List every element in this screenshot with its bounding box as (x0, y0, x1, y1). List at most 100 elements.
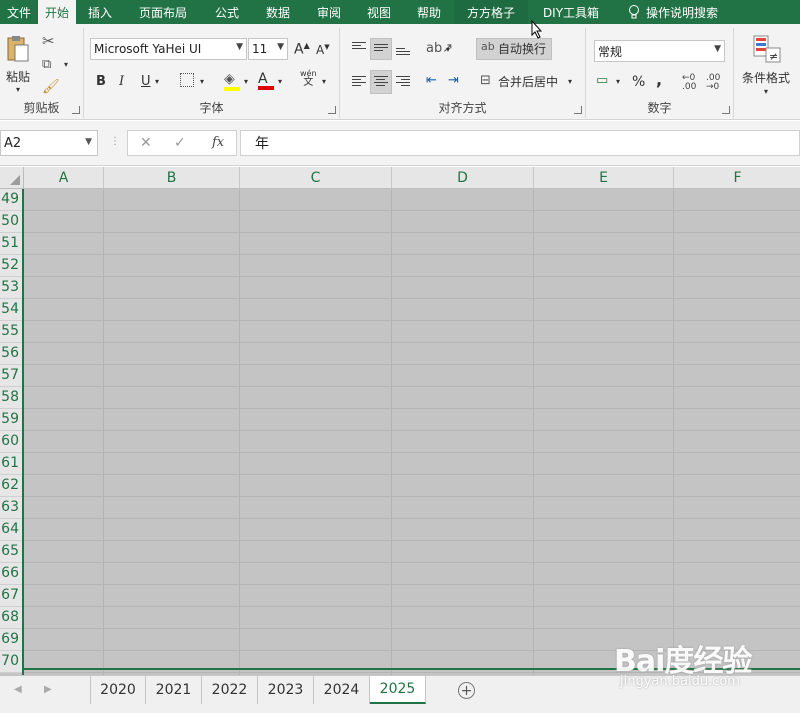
decrease-font-icon[interactable]: A▼ (316, 44, 330, 57)
sheet-tab-2024[interactable]: 2024 (314, 676, 370, 704)
row-header[interactable]: 60 (0, 431, 24, 453)
menu-tab[interactable]: 方方格子 (454, 0, 528, 24)
conditional-format-dropdown-icon[interactable]: ▾ (764, 88, 768, 96)
alignment-launcher-icon[interactable] (574, 106, 582, 114)
formula-bar-grip-icon[interactable]: ⋮ (110, 137, 120, 147)
decrease-decimal-icon[interactable]: .00 →0 (706, 74, 720, 92)
percent-button[interactable]: % (632, 75, 645, 89)
menu-tab[interactable]: 数据 (252, 0, 304, 24)
sheet-tab-2021[interactable]: 2021 (146, 676, 202, 704)
increase-decimal-icon[interactable]: ←0.00 (682, 74, 696, 92)
fill-color-icon[interactable]: ◈ (224, 72, 240, 91)
row-header[interactable]: 53 (0, 277, 24, 299)
chevron-down-icon[interactable]: ▼ (85, 137, 92, 147)
font-launcher-icon[interactable] (328, 106, 336, 114)
row-header[interactable]: 64 (0, 519, 24, 541)
underline-button[interactable]: U (141, 75, 151, 88)
sheet-tab-2022[interactable]: 2022 (202, 676, 258, 704)
row-header[interactable]: 70 (0, 651, 24, 673)
menu-tab[interactable]: 审阅 (304, 0, 354, 24)
menu-tab[interactable]: 公式 (202, 0, 252, 24)
paste-icon[interactable] (6, 34, 30, 64)
next-sheet-icon[interactable]: ▶ (44, 684, 52, 695)
column-header-d[interactable]: D (392, 167, 534, 189)
menu-tab[interactable]: 帮助 (404, 0, 454, 24)
fill-color-dropdown-icon[interactable]: ▾ (244, 78, 248, 86)
underline-dropdown-icon[interactable]: ▾ (155, 78, 159, 86)
cancel-icon[interactable]: ✕ (140, 135, 152, 151)
copy-icon[interactable]: ⧉ (42, 58, 51, 71)
add-sheet-button[interactable]: + (458, 682, 475, 699)
number-launcher-icon[interactable] (722, 106, 730, 114)
row-header[interactable]: 61 (0, 453, 24, 475)
border-dropdown-icon[interactable]: ▾ (200, 78, 204, 86)
font-color-dropdown-icon[interactable]: ▾ (278, 78, 282, 86)
row-header[interactable]: 66 (0, 563, 24, 585)
column-header-b[interactable]: B (104, 167, 240, 189)
merge-center-icon[interactable]: ⊟ (480, 74, 491, 87)
sheet-tab-2020[interactable]: 2020 (90, 676, 146, 704)
row-header[interactable]: 51 (0, 233, 24, 255)
paste-button[interactable]: 粘贴 (6, 71, 30, 83)
align-bottom-icon[interactable] (396, 48, 410, 60)
row-header[interactable]: 57 (0, 365, 24, 387)
insert-function-icon[interactable]: fx (212, 135, 224, 150)
menu-tab[interactable]: 视图 (354, 0, 404, 24)
copy-dropdown-icon[interactable]: ▾ (64, 61, 68, 69)
clipboard-launcher-icon[interactable] (72, 106, 80, 114)
font-color-icon[interactable]: A (258, 72, 274, 90)
align-right-icon[interactable] (396, 76, 410, 88)
row-header[interactable]: 54 (0, 299, 24, 321)
orientation-dropdown-icon[interactable]: ▾ (446, 46, 450, 54)
select-all-button[interactable] (0, 167, 24, 189)
previous-sheet-icon[interactable]: ◀ (14, 684, 22, 695)
column-header-e[interactable]: E (534, 167, 674, 189)
row-header[interactable]: 56 (0, 343, 24, 365)
row-header[interactable]: 52 (0, 255, 24, 277)
sheet-tab-2025[interactable]: 2025 (370, 676, 426, 704)
currency-icon[interactable]: ▭ (596, 74, 608, 87)
row-header[interactable]: 63 (0, 497, 24, 519)
column-header-a[interactable]: A (24, 167, 104, 189)
name-box[interactable]: A2 ▼ (0, 130, 98, 156)
tell-me-search[interactable]: 操作说明搜索 (628, 0, 718, 24)
merge-dropdown-icon[interactable]: ▾ (568, 78, 572, 86)
row-header[interactable]: 68 (0, 607, 24, 629)
row-header[interactable]: 49 (0, 189, 24, 211)
increase-font-icon[interactable]: A▲ (294, 42, 310, 57)
menu-tab[interactable]: 文件 (0, 0, 38, 24)
row-header[interactable]: 59 (0, 409, 24, 431)
font-size-select[interactable]: 11 ▼ (248, 38, 288, 60)
currency-dropdown-icon[interactable]: ▾ (616, 78, 620, 86)
formula-input[interactable]: 年 (240, 130, 800, 156)
row-header[interactable]: 65 (0, 541, 24, 563)
row-header[interactable]: 67 (0, 585, 24, 607)
comma-button[interactable]: , (656, 72, 662, 88)
bold-button[interactable]: B (96, 75, 106, 88)
format-painter-icon[interactable]: 🖌 (42, 80, 60, 94)
increase-indent-icon[interactable]: ⇥ (448, 74, 459, 87)
paste-dropdown-icon[interactable]: ▾ (16, 86, 20, 94)
merge-center-label[interactable]: 合并后居中 (498, 76, 558, 88)
border-icon[interactable] (180, 73, 194, 87)
phonetic-dropdown-icon[interactable]: ▾ (322, 78, 326, 86)
italic-button[interactable]: I (119, 75, 124, 88)
align-left-icon[interactable] (352, 76, 366, 88)
phonetic-icon[interactable]: wén 文 (300, 70, 317, 88)
sheet-tab-2023[interactable]: 2023 (258, 676, 314, 704)
conditional-format-icon[interactable]: ≠ (752, 34, 782, 64)
row-header[interactable]: 58 (0, 387, 24, 409)
number-format-select[interactable]: 常规 ▼ (594, 40, 725, 62)
row-header[interactable]: 55 (0, 321, 24, 343)
menu-tab[interactable]: 插入 (76, 0, 124, 24)
enter-icon[interactable]: ✓ (174, 135, 186, 151)
row-header[interactable]: 62 (0, 475, 24, 497)
conditional-format-button[interactable]: 条件格式 (742, 72, 790, 84)
column-header-f[interactable]: F (674, 167, 800, 189)
row-header[interactable]: 69 (0, 629, 24, 651)
row-header[interactable]: 50 (0, 211, 24, 233)
worksheet-grid[interactable]: A B C D E F 49 50 51 52 53 54 55 56 57 58 59 60 61 62 63 64 65… (0, 167, 800, 675)
cut-icon[interactable]: ✂ (42, 34, 55, 49)
column-header-c[interactable]: C (240, 167, 392, 189)
menu-tab[interactable]: 页面布局 (124, 0, 202, 24)
